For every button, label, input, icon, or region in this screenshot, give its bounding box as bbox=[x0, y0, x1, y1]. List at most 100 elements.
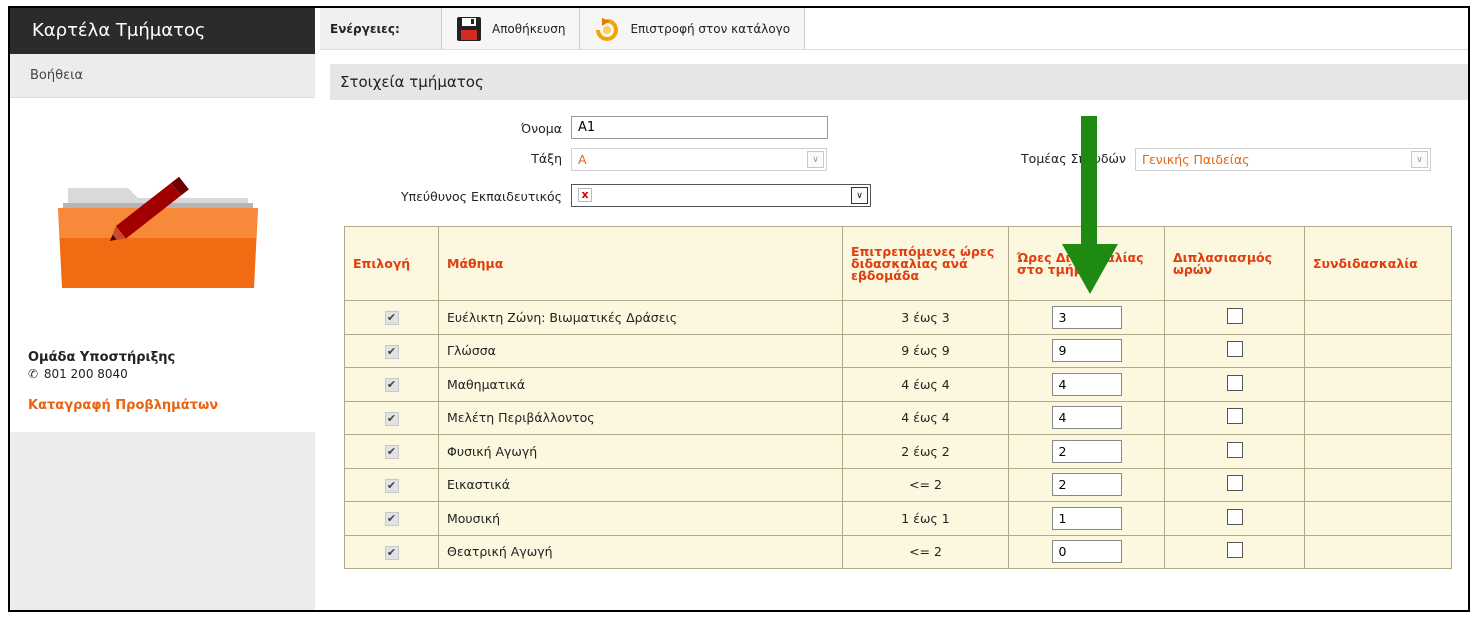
double-hours-checkbox[interactable] bbox=[1226, 475, 1243, 492]
coteaching-cell bbox=[1304, 434, 1452, 469]
allowed-hours: 9 έως 9 bbox=[842, 333, 1009, 368]
select-checkbox[interactable]: ✔ bbox=[384, 378, 399, 393]
save-button[interactable]: Αποθήκευση bbox=[442, 8, 581, 49]
sector-value: Γενικής Παιδείας bbox=[1142, 152, 1250, 167]
select-checkbox[interactable]: ✔ bbox=[384, 545, 399, 560]
double-hours-checkbox[interactable] bbox=[1226, 341, 1243, 358]
allowed-hours: 4 έως 4 bbox=[842, 367, 1009, 402]
class-select[interactable]: Α ∨ bbox=[571, 148, 827, 171]
header-class-hours: Ώρες Διδασκαλίας στο τμήμα bbox=[1008, 226, 1165, 301]
report-problems-link[interactable]: Καταγραφή Προβλημάτων bbox=[28, 398, 218, 413]
section-title: Στοιχεία τμήματος bbox=[330, 64, 1468, 100]
save-label: Αποθήκευση bbox=[492, 21, 566, 36]
folder-edit-icon bbox=[58, 176, 258, 288]
double-cell bbox=[1164, 367, 1305, 402]
hours-cell bbox=[1008, 367, 1165, 402]
double-hours-checkbox[interactable] bbox=[1226, 508, 1243, 525]
hours-input[interactable] bbox=[1051, 406, 1122, 430]
actions-toolbar: Ενέργειες: Αποθήκευση Επιστροφή στον κατ… bbox=[320, 8, 1468, 50]
hours-cell bbox=[1008, 501, 1165, 536]
phone-icon: ✆ bbox=[28, 367, 39, 381]
double-cell bbox=[1164, 400, 1305, 435]
name-label: Όνομα bbox=[521, 121, 562, 136]
select-checkbox[interactable]: ✔ bbox=[384, 411, 399, 426]
header-double-hours: Διπλασιασμός ωρών bbox=[1164, 226, 1305, 301]
hours-input[interactable] bbox=[1051, 339, 1122, 363]
course-name: Εικαστικά bbox=[438, 467, 843, 502]
double-hours-checkbox[interactable] bbox=[1226, 408, 1243, 425]
hours-input[interactable] bbox=[1051, 372, 1122, 396]
support-block: Ομάδα Υποστήριξης ✆ 801 200 8040 bbox=[28, 350, 175, 381]
chevron-down-icon: ∨ bbox=[1411, 151, 1428, 168]
coteaching-cell bbox=[1304, 400, 1452, 435]
allowed-hours: <= 2 bbox=[842, 467, 1009, 502]
select-cell: ✔ bbox=[344, 300, 439, 335]
sidebar-panel: Ομάδα Υποστήριξης ✆ 801 200 8040 Καταγρα… bbox=[10, 98, 315, 432]
course-name: Γλώσσα bbox=[438, 333, 843, 368]
course-name: Ευέλικτη Ζώνη: Βιωματικές Δράσεις bbox=[438, 300, 843, 335]
sector-select[interactable]: Γενικής Παιδείας ∨ bbox=[1135, 148, 1431, 171]
select-checkbox[interactable]: ✔ bbox=[384, 344, 399, 359]
table-header-row: Επιλογή Μάθημα Επιτρεπόμενες ώρες διδασκ… bbox=[344, 226, 1452, 301]
header-allowed-hours: Επιτρεπόμενες ώρες διδασκαλίας ανά εβδομ… bbox=[842, 226, 1009, 301]
course-name: Θεατρική Αγωγή bbox=[438, 534, 843, 569]
table-row: ✔ Εικαστικά <= 2 bbox=[344, 467, 1452, 502]
hours-input[interactable] bbox=[1051, 540, 1122, 564]
select-cell: ✔ bbox=[344, 400, 439, 435]
course-name: Μουσική bbox=[438, 501, 843, 536]
floppy-disk-icon bbox=[457, 16, 481, 41]
teacher-label: Υπεύθυνος Εκπαιδευτικός bbox=[401, 189, 562, 204]
coteaching-cell bbox=[1304, 501, 1452, 536]
double-hours-checkbox[interactable] bbox=[1226, 441, 1243, 458]
clear-icon[interactable]: x bbox=[578, 188, 592, 202]
select-cell: ✔ bbox=[344, 534, 439, 569]
back-to-list-button[interactable]: Επιστροφή στον κατάλογο bbox=[580, 8, 806, 49]
double-hours-checkbox[interactable] bbox=[1226, 374, 1243, 391]
help-link[interactable]: Βοήθεια bbox=[10, 54, 315, 98]
sector-label: Τομέας Σπουδών bbox=[1021, 151, 1126, 166]
table-row: ✔ Φυσική Αγωγή 2 έως 2 bbox=[344, 434, 1452, 469]
select-checkbox[interactable]: ✔ bbox=[384, 445, 399, 460]
coteaching-cell bbox=[1304, 333, 1452, 368]
double-cell bbox=[1164, 300, 1305, 335]
double-cell bbox=[1164, 534, 1305, 569]
allowed-hours: 4 έως 4 bbox=[842, 400, 1009, 435]
course-name: Μαθηματικά bbox=[438, 367, 843, 402]
coteaching-cell bbox=[1304, 534, 1452, 569]
hours-input[interactable] bbox=[1051, 473, 1122, 497]
support-title: Ομάδα Υποστήριξης bbox=[28, 350, 176, 365]
coteaching-cell bbox=[1304, 367, 1452, 402]
return-arrow-icon bbox=[596, 17, 619, 41]
allowed-hours: <= 2 bbox=[842, 534, 1009, 569]
coteaching-cell bbox=[1304, 300, 1452, 335]
coteaching-cell bbox=[1304, 467, 1452, 502]
select-checkbox[interactable]: ✔ bbox=[384, 478, 399, 493]
double-hours-checkbox[interactable] bbox=[1226, 542, 1243, 559]
course-name: Φυσική Αγωγή bbox=[438, 434, 843, 469]
chevron-down-icon: ∨ bbox=[851, 187, 868, 204]
select-cell: ✔ bbox=[344, 333, 439, 368]
header-coteaching: Συνδιδασκαλία bbox=[1304, 226, 1452, 301]
hours-cell bbox=[1008, 400, 1165, 435]
courses-table: Επιλογή Μάθημα Επιτρεπόμενες ώρες διδασκ… bbox=[344, 226, 1452, 569]
support-phone: 801 200 8040 bbox=[43, 367, 128, 381]
teacher-select[interactable]: x ∨ bbox=[571, 184, 871, 207]
hours-input[interactable] bbox=[1051, 305, 1122, 329]
name-input[interactable] bbox=[571, 116, 828, 139]
hours-cell bbox=[1008, 534, 1165, 569]
course-name: Μελέτη Περιβάλλοντος bbox=[438, 400, 843, 435]
sidebar-title: Καρτέλα Τμήματος bbox=[10, 8, 315, 54]
table-row: ✔ Γλώσσα 9 έως 9 bbox=[344, 333, 1452, 368]
table-row: ✔ Ευέλικτη Ζώνη: Βιωματικές Δράσεις 3 έως … bbox=[344, 300, 1452, 335]
select-checkbox[interactable]: ✔ bbox=[384, 512, 399, 527]
table-row: ✔ Μελέτη Περιβάλλοντος 4 έως 4 bbox=[344, 400, 1452, 435]
select-cell: ✔ bbox=[344, 501, 439, 536]
hours-input[interactable] bbox=[1051, 506, 1122, 530]
select-cell: ✔ bbox=[344, 367, 439, 402]
select-checkbox[interactable]: ✔ bbox=[384, 311, 399, 326]
hours-cell bbox=[1008, 333, 1165, 368]
double-hours-checkbox[interactable] bbox=[1226, 307, 1243, 324]
main-content: Ενέργειες: Αποθήκευση Επιστροφή στον κατ… bbox=[320, 8, 1468, 610]
allowed-hours: 3 έως 3 bbox=[842, 300, 1009, 335]
hours-input[interactable] bbox=[1051, 439, 1122, 463]
